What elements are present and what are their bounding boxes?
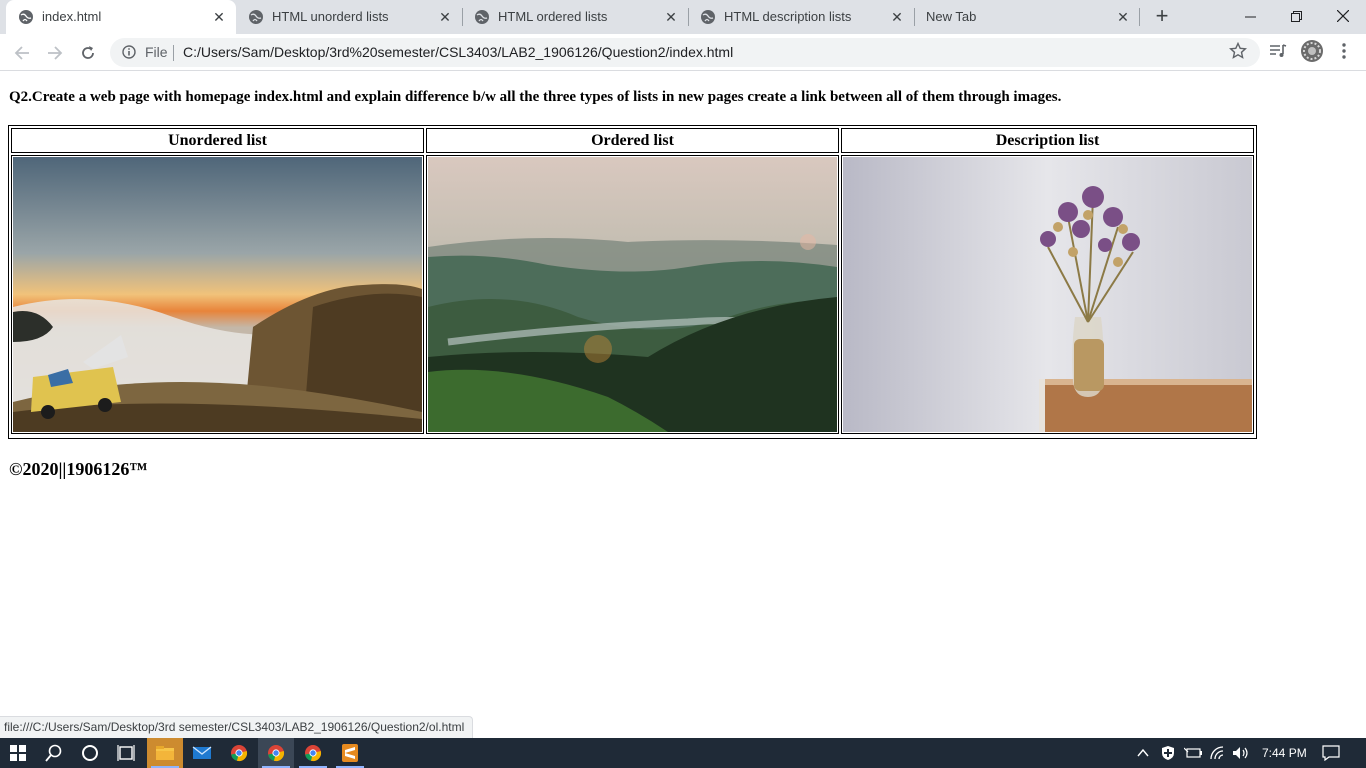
- windows-taskbar: 7:44 PM: [0, 738, 1366, 768]
- minimize-icon: [1244, 16, 1256, 17]
- close-icon[interactable]: ✕: [436, 8, 454, 26]
- chrome-icon: [305, 745, 322, 762]
- notification-icon: [1322, 745, 1340, 761]
- battery-icon[interactable]: [1184, 746, 1202, 760]
- link-status-bubble: file:///C:/Users/Sam/Desktop/3rd semeste…: [0, 716, 474, 738]
- tab-index[interactable]: index.html ✕: [6, 0, 236, 34]
- chevron-up-icon[interactable]: [1136, 746, 1150, 760]
- tab-title: HTML unorderd lists: [272, 9, 389, 24]
- arrow-right-icon: [48, 46, 63, 60]
- browser-toolbar: File C:/Users/Sam/Desktop/3rd%20semester…: [0, 34, 1366, 71]
- shield-icon[interactable]: [1160, 745, 1176, 761]
- tab-title: HTML description lists: [724, 9, 852, 24]
- globe-icon: [475, 10, 489, 24]
- file-explorer-icon: [156, 746, 174, 760]
- bookmark-star-icon[interactable]: [1229, 42, 1247, 60]
- minimize-button[interactable]: [1227, 0, 1273, 32]
- tab-title: New Tab: [926, 9, 977, 24]
- close-window-button[interactable]: [1320, 0, 1366, 32]
- close-icon: [1337, 10, 1349, 22]
- close-icon[interactable]: ✕: [888, 8, 906, 26]
- search-button[interactable]: [36, 738, 72, 768]
- wifi-icon[interactable]: [1210, 746, 1226, 760]
- url-text[interactable]: C:/Users/Sam/Desktop/3rd%20semester/CSL3…: [183, 44, 733, 60]
- column-header-unordered: Unordered list: [11, 128, 424, 153]
- copyright-footer: ©2020||1906126™: [9, 459, 148, 479]
- address-bar[interactable]: File C:/Users/Sam/Desktop/3rd%20semester…: [110, 38, 1260, 67]
- info-icon[interactable]: [122, 45, 136, 59]
- ordered-list-image-link[interactable]: [426, 155, 839, 434]
- close-icon[interactable]: ✕: [210, 8, 228, 26]
- cortana-button[interactable]: [72, 738, 108, 768]
- tab-strip: index.html ✕ HTML unorderd lists ✕ HTML …: [0, 0, 1366, 34]
- tab-title: index.html: [42, 9, 102, 24]
- tab-ordered[interactable]: HTML ordered lists ✕: [462, 0, 688, 34]
- tab-description[interactable]: HTML description lists ✕: [688, 0, 914, 34]
- globe-icon: [701, 10, 715, 24]
- new-tab-button[interactable]: +: [1150, 5, 1174, 29]
- restore-icon: [1290, 10, 1302, 22]
- flower-vase-image: [843, 157, 1252, 432]
- file-explorer-button[interactable]: [147, 738, 183, 768]
- windows-start-icon: [10, 745, 26, 761]
- back-button[interactable]: [8, 39, 36, 67]
- chrome-button-1[interactable]: [221, 738, 257, 768]
- profile-avatar-icon[interactable]: [1300, 39, 1324, 63]
- chrome-icon: [231, 745, 248, 762]
- clock[interactable]: 7:44 PM: [1262, 746, 1307, 760]
- arrow-left-icon: [14, 46, 29, 60]
- sunset-campervan-image: [13, 157, 422, 432]
- reload-button[interactable]: [74, 39, 102, 67]
- task-view-icon: [117, 745, 135, 761]
- media-controls-icon[interactable]: [1268, 41, 1288, 61]
- chrome-icon: [268, 745, 285, 762]
- mail-button[interactable]: [184, 738, 220, 768]
- close-icon[interactable]: ✕: [1114, 8, 1132, 26]
- forward-button[interactable]: [41, 39, 69, 67]
- mail-icon: [192, 746, 212, 759]
- chrome-button-3[interactable]: [295, 738, 331, 768]
- globe-icon: [19, 10, 33, 24]
- description-list-image-link[interactable]: [841, 155, 1254, 434]
- tab-new[interactable]: New Tab ✕: [914, 0, 1140, 34]
- task-view-button[interactable]: [108, 738, 144, 768]
- cortana-icon: [82, 745, 98, 761]
- lists-table: Unordered list Ordered list Description …: [8, 125, 1257, 439]
- system-tray: 7:44 PM: [1136, 738, 1307, 768]
- globe-icon: [249, 10, 263, 24]
- volume-icon[interactable]: [1232, 746, 1250, 760]
- question-heading: Q2.Create a web page with homepage index…: [9, 89, 1062, 105]
- search-icon: [45, 744, 62, 762]
- restore-button[interactable]: [1273, 0, 1319, 32]
- unordered-list-image-link[interactable]: [11, 155, 424, 434]
- action-center-button[interactable]: [1322, 738, 1344, 768]
- green-valley-image: [428, 157, 837, 432]
- tab-unordered[interactable]: HTML unorderd lists ✕: [236, 0, 462, 34]
- scheme-label: File: [145, 44, 168, 60]
- tab-divider: [1139, 8, 1140, 26]
- kebab-menu-icon[interactable]: [1336, 41, 1352, 61]
- close-icon[interactable]: ✕: [662, 8, 680, 26]
- sublime-text-icon: [342, 744, 358, 762]
- page-content: Q2.Create a web page with homepage index…: [0, 72, 1366, 715]
- start-button[interactable]: [0, 738, 36, 768]
- column-header-ordered: Ordered list: [426, 128, 839, 153]
- column-header-description: Description list: [841, 128, 1254, 153]
- omnibox-divider: [173, 45, 174, 61]
- reload-icon: [82, 46, 94, 59]
- sublime-text-button[interactable]: [332, 738, 368, 768]
- tab-title: HTML ordered lists: [498, 9, 608, 24]
- chrome-button-2[interactable]: [258, 738, 294, 768]
